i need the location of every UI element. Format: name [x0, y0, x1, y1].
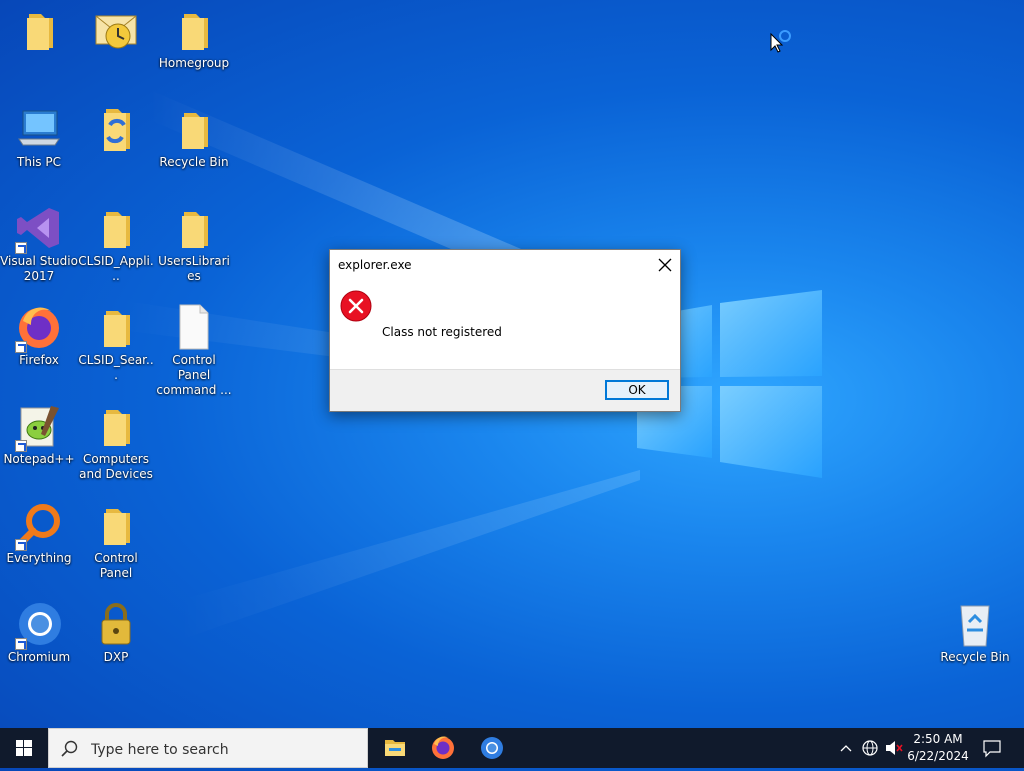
- desktop-icon-chromium[interactable]: Chromium: [0, 600, 78, 665]
- taskbar-clock[interactable]: 2:50 AM 6/22/2024: [906, 731, 970, 765]
- desktop-icon-visual-studio[interactable]: Visual Studio 2017: [0, 204, 78, 284]
- computer-icon: [15, 105, 63, 153]
- shortcut-arrow-icon: [15, 638, 27, 650]
- dialog-titlebar[interactable]: explorer.exe: [330, 250, 680, 280]
- error-icon: [340, 290, 372, 322]
- shortcut-arrow-icon: [15, 242, 27, 254]
- shortcut-arrow-icon: [15, 440, 27, 452]
- folder-icon: [170, 105, 218, 153]
- desktop-icon-label: Recycle Bin: [940, 650, 1010, 664]
- desktop-icon-label: This PC: [17, 155, 61, 169]
- chevron-up-icon: [840, 745, 852, 752]
- notepadpp-icon: [15, 402, 63, 452]
- desktop-icon-special-folder[interactable]: [77, 105, 155, 155]
- desktop-icon-outlook[interactable]: [77, 6, 155, 56]
- desktop-icon-firefox[interactable]: Firefox: [0, 303, 78, 368]
- desktop-icon-label: CLSID_Appli...: [78, 254, 154, 283]
- desktop-icon-computers-devices[interactable]: Computers and Devices: [77, 402, 155, 482]
- blank-file-icon: [170, 303, 218, 351]
- chromium-icon: [15, 600, 63, 650]
- clock-date: 6/22/2024: [907, 749, 969, 763]
- notification-icon: [983, 740, 1001, 758]
- search-icon: [61, 740, 78, 757]
- desktop-icon-recycle-bin[interactable]: Recycle Bin: [936, 600, 1014, 665]
- folder-icon: [170, 6, 218, 54]
- visual-studio-icon: [15, 204, 63, 254]
- dialog-body: Class not registered: [330, 280, 680, 369]
- mail-clock-icon: [92, 6, 140, 54]
- desktop-icon-label: Visual Studio 2017: [0, 254, 78, 283]
- taskbar: 2:50 AM 6/22/2024: [0, 728, 1024, 768]
- file-explorer-icon: [385, 740, 405, 756]
- desktop-icon-label: Computers and Devices: [79, 452, 153, 481]
- desktop-icon-notepadpp[interactable]: Notepad++: [0, 402, 78, 467]
- desktop-icon-label: Recycle Bin: [159, 155, 229, 169]
- desktop-icon-control-panel[interactable]: Control Panel: [77, 501, 155, 581]
- dialog-footer: OK: [330, 369, 680, 411]
- network-status[interactable]: [859, 728, 881, 768]
- taskbar-chromium[interactable]: [468, 728, 516, 768]
- desktop-icon-label: CLSID_Sear...: [78, 353, 154, 382]
- error-dialog: explorer.exe Class not registered OK: [329, 249, 681, 412]
- dialog-message: Class not registered: [382, 325, 502, 339]
- desktop-icon-label: Firefox: [19, 353, 59, 367]
- desktop-icon-label: Notepad++: [3, 452, 75, 466]
- folder-icon: [92, 303, 140, 351]
- clock-time: 2:50 AM: [913, 732, 963, 746]
- chromium-icon: [481, 737, 503, 759]
- close-icon: [658, 258, 672, 272]
- desktop-icon-label: Control Panel: [94, 551, 138, 580]
- folder-icon: [92, 501, 140, 549]
- firefox-icon: [432, 736, 454, 759]
- folder-icon: [170, 204, 218, 252]
- desktop-icon-everything[interactable]: Everything: [0, 501, 78, 566]
- dialog-title: explorer.exe: [338, 258, 412, 272]
- firefox-icon: [15, 303, 63, 353]
- volume-status[interactable]: [883, 728, 905, 768]
- desktop-icon-control-panel-command[interactable]: Control Panel command ...: [155, 303, 233, 398]
- network-globe-icon: [862, 740, 878, 756]
- action-center-button[interactable]: [978, 728, 1006, 768]
- desktop-icon-homegroup[interactable]: Homegroup: [155, 6, 233, 71]
- show-hidden-icons-button[interactable]: [836, 728, 856, 768]
- desktop-icon-clsid-appl[interactable]: CLSID_Appli...: [77, 204, 155, 284]
- windows-logo-icon: [16, 740, 32, 756]
- taskbar-firefox[interactable]: [419, 728, 467, 768]
- volume-muted-icon: [886, 741, 903, 755]
- desktop-icon-this-pc[interactable]: This PC: [0, 105, 78, 170]
- search-input[interactable]: [89, 738, 363, 762]
- shortcut-arrow-icon: [15, 539, 27, 551]
- close-button[interactable]: [650, 250, 680, 280]
- desktop-icon-label: UsersLibraries: [158, 254, 230, 283]
- desktop-icon-clsid-sear[interactable]: CLSID_Sear...: [77, 303, 155, 383]
- desktop-icon-label: Everything: [6, 551, 72, 565]
- start-button[interactable]: [0, 728, 48, 768]
- desktop-icon-label: Homegroup: [158, 56, 230, 70]
- taskbar-search-box[interactable]: [48, 728, 368, 768]
- desktop-icon-label: Control Panel command ...: [156, 353, 232, 397]
- shortcut-arrow-icon: [15, 341, 27, 353]
- mouse-cursor-busy-icon: [770, 30, 791, 53]
- desktop-icon-recycle-bin-folder[interactable]: Recycle Bin: [155, 105, 233, 170]
- folder-icon: [92, 402, 140, 450]
- ok-button[interactable]: OK: [605, 380, 669, 400]
- magnifier-icon: [15, 501, 63, 551]
- desktop-icon-users-libraries[interactable]: UsersLibraries: [155, 204, 233, 284]
- folder-icon: [15, 6, 63, 54]
- desktop-icon-label: DXP: [103, 650, 129, 664]
- taskbar-file-explorer[interactable]: [371, 728, 419, 768]
- folder-sync-icon: [92, 105, 140, 153]
- desktop-icon-label: Chromium: [7, 650, 71, 664]
- desktop-icon-folder[interactable]: [0, 6, 78, 56]
- desktop-icon-dxp[interactable]: DXP: [77, 600, 155, 665]
- folder-icon: [92, 204, 140, 252]
- padlock-icon: [92, 600, 140, 648]
- recycle-bin-icon: [951, 600, 999, 648]
